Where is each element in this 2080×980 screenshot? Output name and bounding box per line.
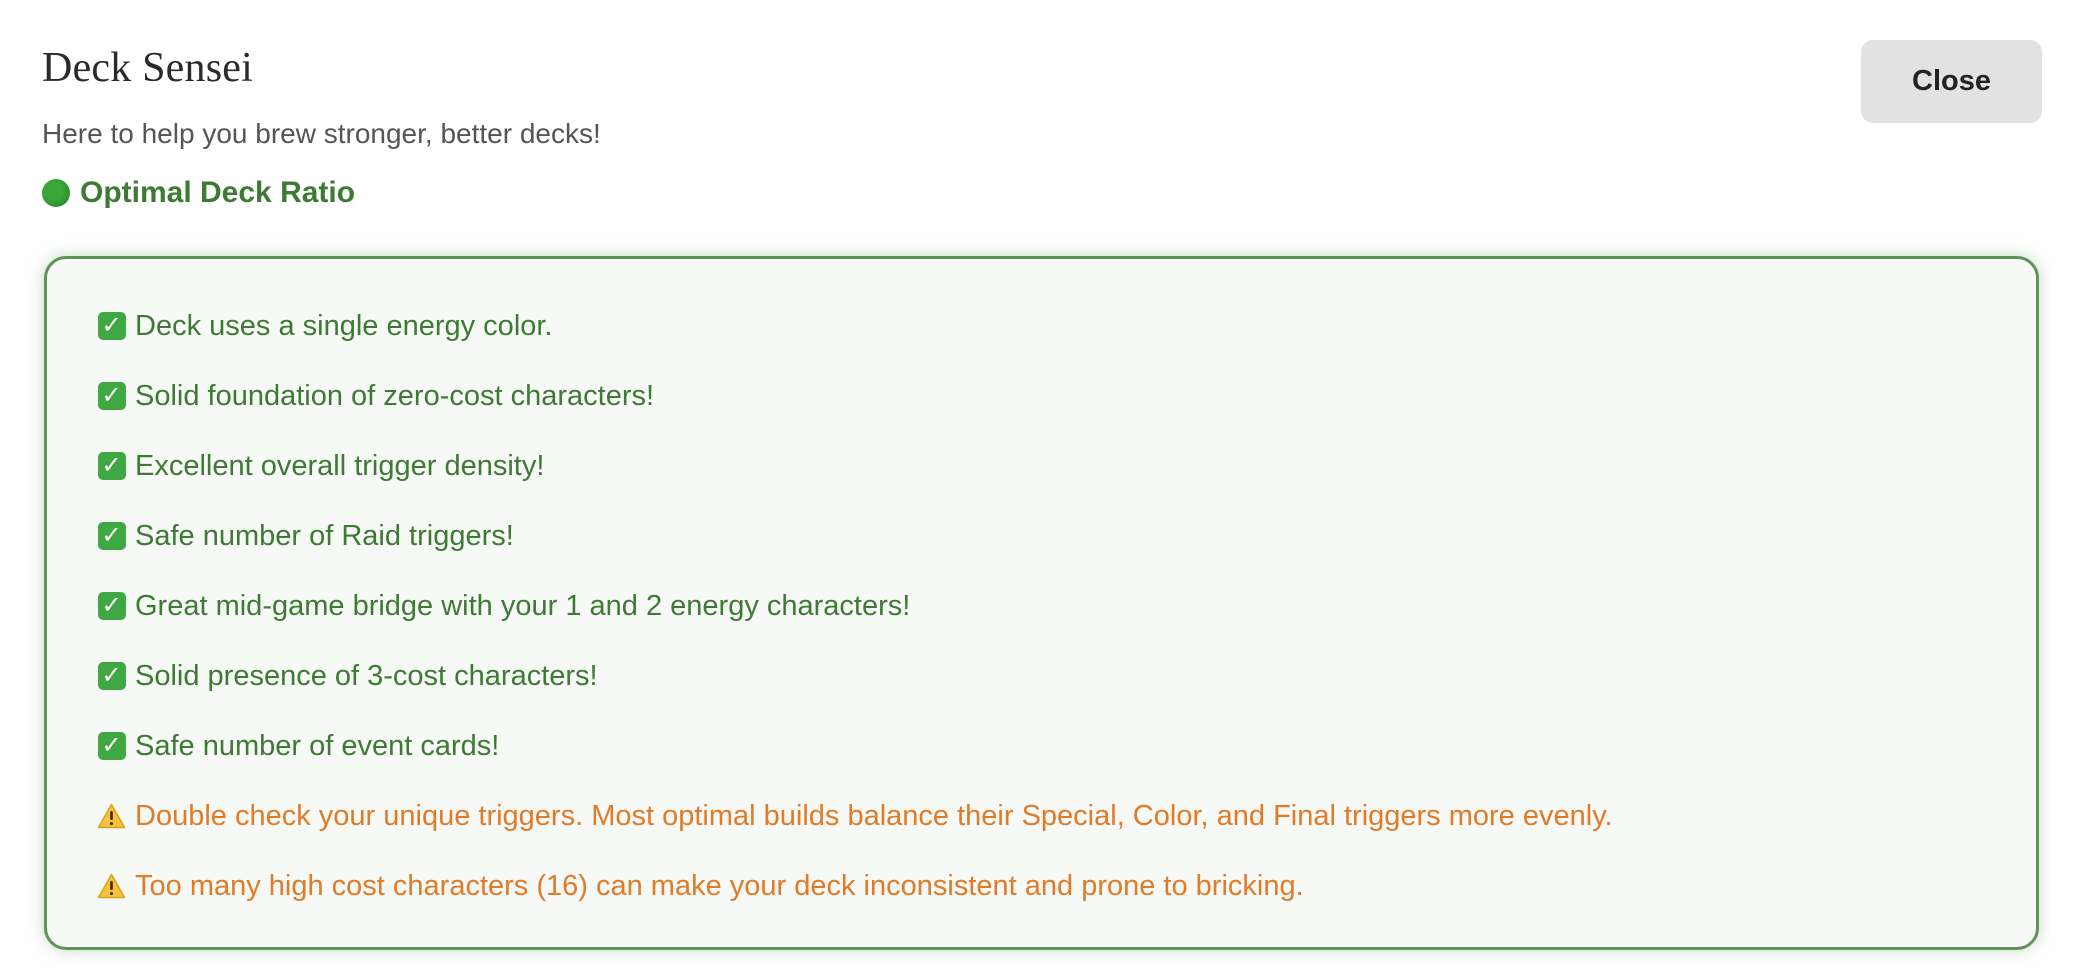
check-mark-icon: ✓ [97, 522, 126, 551]
analysis-item-text: Great mid-game bridge with your 1 and 2 … [135, 589, 911, 622]
check-mark-icon: ✓ [97, 382, 126, 411]
analysis-item-warning: Too many high cost characters (16) can m… [97, 851, 2036, 921]
analysis-item-text: Excellent overall trigger density! [135, 449, 545, 482]
modal-subtitle: Here to help you brew stronger, better d… [42, 118, 601, 149]
green-circle-icon [42, 179, 70, 207]
analysis-item-text: Solid foundation of zero-cost characters… [135, 379, 655, 412]
check-mark-icon: ✓ [97, 452, 126, 481]
check-mark-icon: ✓ [97, 312, 126, 341]
analysis-item-ok: ✓ Safe number of event cards! [97, 711, 2036, 781]
analysis-item-ok: ✓ Excellent overall trigger density! [97, 431, 2036, 501]
check-mark-icon: ✓ [97, 592, 126, 621]
analysis-item-warning: Double check your unique triggers. Most … [97, 781, 2036, 851]
analysis-item-ok: ✓ Solid foundation of zero-cost character… [97, 361, 2036, 431]
deck-analysis-panel: ✓ Deck uses a single energy color. ✓ Solid … [44, 256, 2039, 950]
analysis-list: ✓ Deck uses a single energy color. ✓ Solid … [97, 291, 2036, 921]
check-mark-icon: ✓ [97, 732, 126, 761]
deck-ratio-status: Optimal Deck Ratio [42, 176, 355, 210]
analysis-item-text: Safe number of event cards! [135, 729, 500, 762]
analysis-item-text: Solid presence of 3-cost characters! [135, 659, 598, 692]
analysis-item-text: Double check your unique triggers. Most … [135, 799, 1613, 832]
warning-icon [97, 802, 126, 831]
analysis-item-text: Deck uses a single energy color. [135, 309, 553, 342]
warning-icon [97, 872, 126, 901]
analysis-item-ok: ✓ Solid presence of 3-cost characters! [97, 641, 2036, 711]
analysis-item-text: Safe number of Raid triggers! [135, 519, 514, 552]
analysis-item-text: Too many high cost characters (16) can m… [135, 869, 1304, 902]
modal-title: Deck Sensei [42, 45, 253, 91]
deck-sensei-modal: Deck Sensei Here to help you brew strong… [0, 0, 2080, 980]
analysis-item-ok: ✓ Deck uses a single energy color. [97, 291, 2036, 361]
analysis-item-ok: ✓ Safe number of Raid triggers! [97, 501, 2036, 571]
close-button[interactable]: Close [1861, 40, 2042, 123]
check-mark-icon: ✓ [97, 662, 126, 691]
analysis-item-ok: ✓ Great mid-game bridge with your 1 and 2… [97, 571, 2036, 641]
status-label: Optimal Deck Ratio [80, 176, 356, 209]
